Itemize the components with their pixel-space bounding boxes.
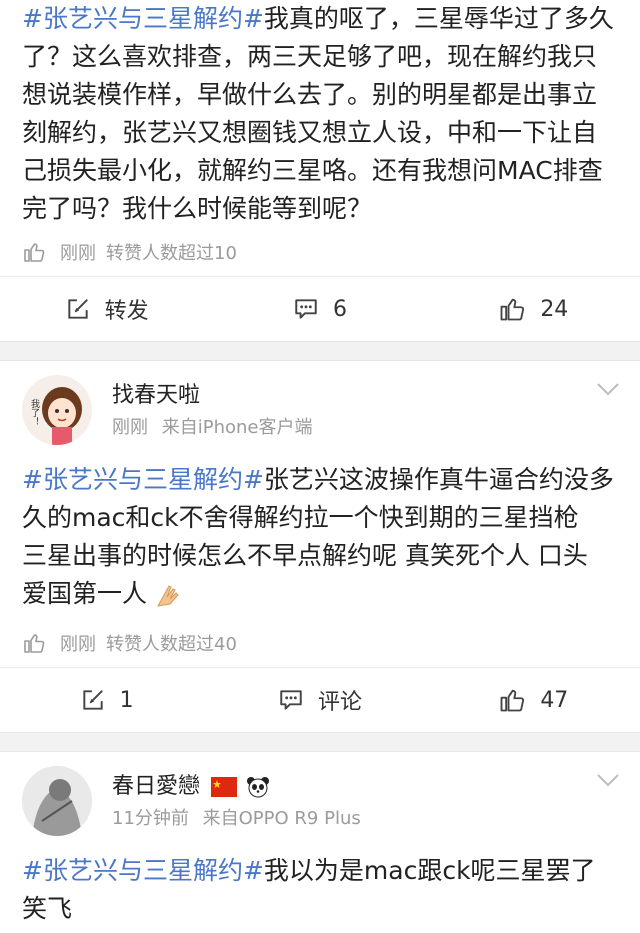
praying-hands-icon xyxy=(157,585,179,607)
avatar-caption: 我了！ xyxy=(29,399,39,426)
post-source: 来自iPhone客户端 xyxy=(161,417,313,438)
post-text-line: 完了吗？我什么时候能等到呢？ xyxy=(22,194,373,223)
action-bar: 转发 6 24 xyxy=(0,276,640,341)
repost-count: 1 xyxy=(119,687,134,713)
post-time: 刚刚 xyxy=(112,417,148,438)
comment-button[interactable]: 评论 xyxy=(213,684,426,716)
post-text-line: 刻解约，张艺兴又想圈钱又想立人设，中和一下让自 xyxy=(22,118,598,147)
like-time: 刚刚 xyxy=(60,634,96,655)
like-info-line: 刚刚 转赞人数超过10 xyxy=(0,228,640,276)
like-button[interactable]: 24 xyxy=(427,295,640,323)
like-button[interactable]: 47 xyxy=(427,686,640,714)
repost-button[interactable]: 1 xyxy=(0,687,213,713)
post-time: 11分钟前 xyxy=(112,808,189,829)
thumbs-up-icon xyxy=(498,686,526,714)
post-text: #张艺兴与三星解约#我以为是mac跟ck呢三星罢了 笑飞 xyxy=(0,852,640,928)
post-text-line: 笑飞 xyxy=(22,894,73,923)
post-text-line: 三星出事的时候怎么不早点解约呢 真笑死个人 口头 xyxy=(22,541,588,570)
username-row: 春日愛戀 xyxy=(112,768,270,800)
post-2: 我了！ 找春天啦 刚刚 来自iPhone客户端 #张艺兴与三星解约#张艺兴这波操… xyxy=(0,361,640,732)
post-1: #张艺兴与三星解约#我真的呕了，三星辱华过了多久 了？这么喜欢排查，两三天足够了… xyxy=(0,0,640,341)
post-header: 我了！ 找春天啦 刚刚 来自iPhone客户端 xyxy=(0,361,640,461)
post-source: 来自OPPO R9 Plus xyxy=(202,808,361,829)
thumbs-up-icon xyxy=(22,240,46,264)
repost-icon xyxy=(80,687,106,713)
post-text-line: 想说装模作样，早做什么去了。别的明星都是出事立 xyxy=(22,80,598,109)
username[interactable]: 找春天啦 xyxy=(112,377,200,409)
comment-button[interactable]: 6 xyxy=(213,296,426,322)
post-text-line: 了？这么喜欢排查，两三天足够了吧，现在解约我只 xyxy=(22,42,598,71)
chevron-down-icon[interactable] xyxy=(596,381,620,397)
like-summary: 转赞人数超过40 xyxy=(106,634,237,655)
post-text-line: 爱国第一人 xyxy=(22,579,148,608)
like-summary: 转赞人数超过10 xyxy=(106,243,237,264)
post-divider xyxy=(0,732,640,752)
post-header: 春日愛戀 11分钟前 来自OPPO R9 Plus xyxy=(0,752,640,852)
post-text: #张艺兴与三星解约#我真的呕了，三星辱华过了多久 了？这么喜欢排查，两三天足够了… xyxy=(0,0,640,228)
post-text: #张艺兴与三星解约#张艺兴这波操作真牛逼合约没多 久的mac和ck不舍得解约拉一… xyxy=(0,461,640,613)
hashtag-link[interactable]: #张艺兴与三星解约# xyxy=(22,465,264,494)
post-divider xyxy=(0,341,640,361)
comment-count: 6 xyxy=(332,296,347,322)
username[interactable]: 春日愛戀 xyxy=(112,774,200,799)
avatar[interactable]: 我了！ xyxy=(22,375,92,445)
post-text-line: 久的mac和ck不舍得解约拉一个快到期的三星挡枪 xyxy=(22,503,579,532)
weibo-feed: #张艺兴与三星解约#我真的呕了，三星辱华过了多久 了？这么喜欢排查，两三天足够了… xyxy=(0,0,640,928)
post-text-line: 我真的呕了，三星辱华过了多久 xyxy=(263,4,614,33)
hashtag-link[interactable]: #张艺兴与三星解约# xyxy=(22,856,264,885)
repost-icon xyxy=(65,296,91,322)
post-meta: 11分钟前 来自OPPO R9 Plus xyxy=(112,804,361,830)
hashtag-link[interactable]: #张艺兴与三星解约# xyxy=(22,4,264,33)
like-info-line: 刚刚 转赞人数超过40 xyxy=(0,619,640,667)
post-text-line: 己损失最小化，就解约三星咯。还有我想问MAC排查 xyxy=(22,156,603,185)
avatar[interactable] xyxy=(22,766,92,836)
like-time: 刚刚 xyxy=(60,243,96,264)
post-text-line: 张艺兴这波操作真牛逼合约没多 xyxy=(263,465,614,494)
panda-icon xyxy=(247,777,270,798)
thumbs-up-icon xyxy=(22,631,46,655)
like-count: 47 xyxy=(540,687,569,713)
chevron-down-icon[interactable] xyxy=(596,772,620,788)
post-meta: 刚刚 来自iPhone客户端 xyxy=(112,413,313,439)
china-flag-icon xyxy=(211,777,238,797)
repost-label: 转发 xyxy=(104,299,149,324)
comment-label: 评论 xyxy=(317,690,362,715)
like-count: 24 xyxy=(540,296,569,322)
action-bar: 1 评论 47 xyxy=(0,667,640,732)
comment-icon xyxy=(278,687,304,713)
repost-button[interactable]: 转发 xyxy=(0,293,213,325)
post-text-line: 我以为是mac跟ck呢三星罢了 xyxy=(263,856,596,885)
comment-icon xyxy=(293,296,319,322)
thumbs-up-icon xyxy=(498,295,526,323)
post-3: 春日愛戀 11分钟前 来自OPPO R9 Plus #张艺兴与三星解约#我以为是… xyxy=(0,752,640,928)
